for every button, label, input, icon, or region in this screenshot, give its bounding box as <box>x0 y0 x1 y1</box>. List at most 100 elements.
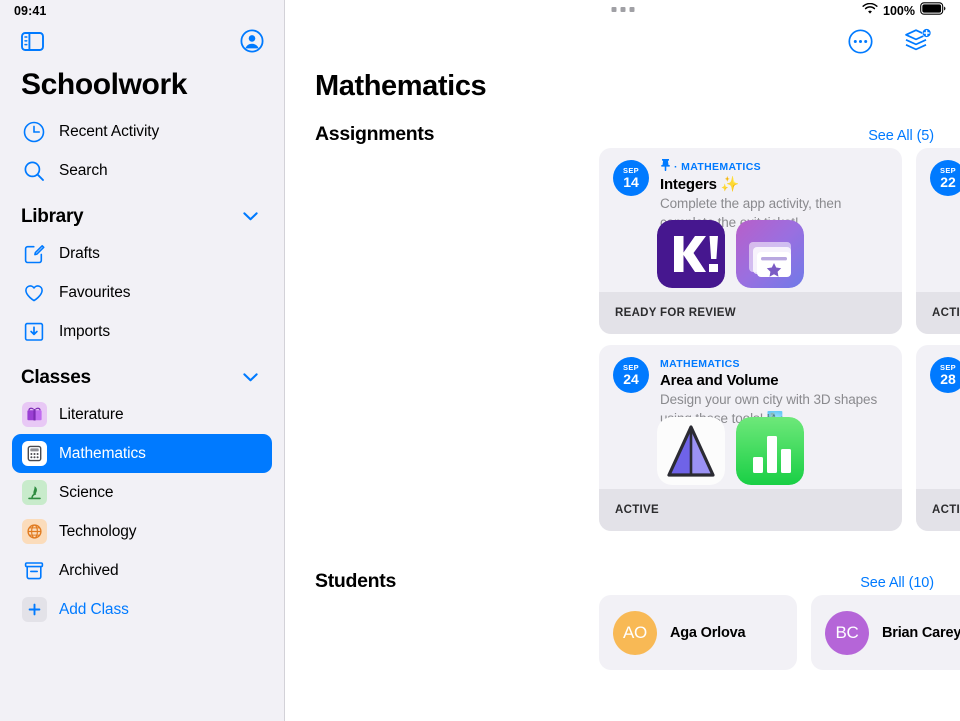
sidebar-item-science[interactable]: Science <box>12 473 272 512</box>
main-content: 100% Mathematics Assignments See All (5)… <box>285 0 960 721</box>
see-all-assignments-link[interactable]: See All (5) <box>868 128 934 144</box>
sidebar-item-mathematics[interactable]: Mathematics <box>12 434 272 473</box>
pin-icon <box>660 158 671 176</box>
sidebar-item-add-class[interactable]: Add Class <box>12 590 272 629</box>
sidebar-item-label: Add Class <box>59 600 129 618</box>
sidebar-item-search[interactable]: Search <box>12 151 272 190</box>
section-title: Library <box>21 206 84 227</box>
assignment-subject: · MATHEMATICS <box>674 160 761 173</box>
globe-icon <box>21 519 47 544</box>
assignment-status-label: ACTIVE <box>932 307 960 319</box>
battery-full-icon <box>920 2 946 20</box>
status-bar-clock: 09:41 <box>14 4 47 18</box>
schoolwork-app-window: 09:41 Schoolwork Recent Activity Search … <box>0 0 960 721</box>
app-title: Schoolwork <box>21 68 188 101</box>
assignment-status-label: ACTIVE <box>932 504 960 516</box>
main-status-bar: 100% <box>285 0 960 22</box>
shapes3d-app-icon[interactable] <box>657 417 725 485</box>
stack-plus-icon[interactable] <box>903 28 932 54</box>
search-icon <box>22 159 46 183</box>
assignment-date-badge: SEP 22 <box>930 160 960 196</box>
assignments-grid: SEP 14 · MATHEMATICS Integers ✨ Complete… <box>285 148 960 531</box>
sidebar-status-bar: 09:41 <box>0 0 284 22</box>
student-name: Brian Carey <box>882 624 960 641</box>
sidebar-item-technology[interactable]: Technology <box>12 512 272 551</box>
sidebar-section-library[interactable]: Library <box>0 190 284 234</box>
date-day: 22 <box>940 174 956 191</box>
page-title: Mathematics <box>315 70 487 102</box>
tray-arrow-down-icon <box>22 320 46 344</box>
avatar: AO <box>613 610 657 655</box>
sidebar: 09:41 Schoolwork Recent Activity Search … <box>0 0 285 721</box>
battery-percent-label: 100% <box>883 4 915 18</box>
sidebar-item-label: Mathematics <box>59 444 146 462</box>
numbers-app-icon[interactable] <box>736 417 804 485</box>
assignment-card[interactable]: SEP 24 MATHEMATICS Area and Volume Desig… <box>599 345 902 531</box>
sidebar-item-imports[interactable]: Imports <box>12 312 272 351</box>
kahoot-app-icon[interactable] <box>657 220 725 288</box>
student-card[interactable]: AO Aga Orlova <box>599 595 797 670</box>
date-month: SEP <box>623 362 639 372</box>
assignment-date-badge: SEP 28 <box>930 357 960 393</box>
calculator-icon <box>21 441 47 466</box>
ellipsis-circle-icon[interactable] <box>848 28 873 54</box>
sidebar-toggle-icon[interactable] <box>21 31 44 51</box>
assignment-card[interactable]: SEP 28 MATHEMATICS Patterns and Primes E… <box>916 345 960 531</box>
student-card[interactable]: BC Brian Carey <box>811 595 960 670</box>
heart-icon <box>22 281 46 305</box>
sidebar-item-archived[interactable]: Archived <box>12 551 272 590</box>
assignment-subject: MATHEMATICS <box>660 357 740 370</box>
pencil-square-icon <box>22 242 46 266</box>
sidebar-toolbar <box>0 22 284 60</box>
main-toolbar <box>285 22 960 60</box>
assignment-card[interactable]: SEP 22 MATHEMATICS Numbers Time Use this… <box>916 148 960 334</box>
chevron-down-icon[interactable] <box>243 369 258 387</box>
sidebar-item-label: Search <box>59 161 108 179</box>
students-grid: AO Aga Orlova BC Brian Carey CB Chella B… <box>285 595 960 670</box>
clock-icon <box>22 120 46 144</box>
assignment-date-badge: SEP 24 <box>613 357 649 393</box>
sidebar-section-classes[interactable]: Classes <box>0 351 284 395</box>
assignment-app-icons <box>657 220 804 288</box>
assignment-status-strip: ACTIVE <box>916 292 960 334</box>
sidebar-item-recent-activity[interactable]: Recent Activity <box>12 112 272 151</box>
assignment-status-strip: ACTIVE <box>916 489 960 531</box>
sidebar-item-label: Imports <box>59 322 110 340</box>
student-name: Aga Orlova <box>670 624 746 641</box>
sidebar-classes-list: Literature Mathematics Science Technolog… <box>0 395 284 629</box>
date-month: SEP <box>940 362 956 372</box>
chevron-down-icon[interactable] <box>243 208 258 226</box>
assignment-date-badge: SEP 14 <box>613 160 649 196</box>
assignment-status-strip: READY FOR REVIEW <box>599 292 902 334</box>
assignment-card[interactable]: SEP 14 · MATHEMATICS Integers ✨ Complete… <box>599 148 902 334</box>
see-all-students-link[interactable]: See All (10) <box>860 575 934 591</box>
sidebar-library-list: Drafts Favourites Imports <box>0 234 284 351</box>
sticker-cards-app-icon[interactable] <box>736 220 804 288</box>
avatar: BC <box>825 610 869 655</box>
sidebar-item-label: Technology <box>59 522 137 540</box>
archivebox-icon <box>22 559 46 583</box>
sidebar-top-nav: Recent Activity Search <box>0 112 284 190</box>
sidebar-item-label: Favourites <box>59 283 131 301</box>
account-circle-icon[interactable] <box>240 29 264 53</box>
status-bar-right: 100% <box>862 2 946 20</box>
multitasking-handle-icon[interactable] <box>611 7 634 12</box>
sidebar-item-favourites[interactable]: Favourites <box>12 273 272 312</box>
sidebar-item-label: Science <box>59 483 114 501</box>
section-title-assignments: Assignments <box>315 123 435 145</box>
section-title-students: Students <box>315 570 397 592</box>
sidebar-item-label: Recent Activity <box>59 122 160 140</box>
date-day: 24 <box>623 371 639 388</box>
book-gift-icon <box>21 402 47 427</box>
assignment-status-label: ACTIVE <box>615 504 659 516</box>
plus-icon <box>21 597 47 622</box>
section-title: Classes <box>21 367 91 388</box>
sidebar-item-drafts[interactable]: Drafts <box>12 234 272 273</box>
microscope-icon <box>21 480 47 505</box>
date-month: SEP <box>940 165 956 175</box>
sidebar-item-literature[interactable]: Literature <box>12 395 272 434</box>
sidebar-item-label: Archived <box>59 561 119 579</box>
assignment-title: Area and Volume <box>660 372 779 389</box>
date-day: 28 <box>940 371 956 388</box>
sidebar-item-label: Drafts <box>59 244 100 262</box>
